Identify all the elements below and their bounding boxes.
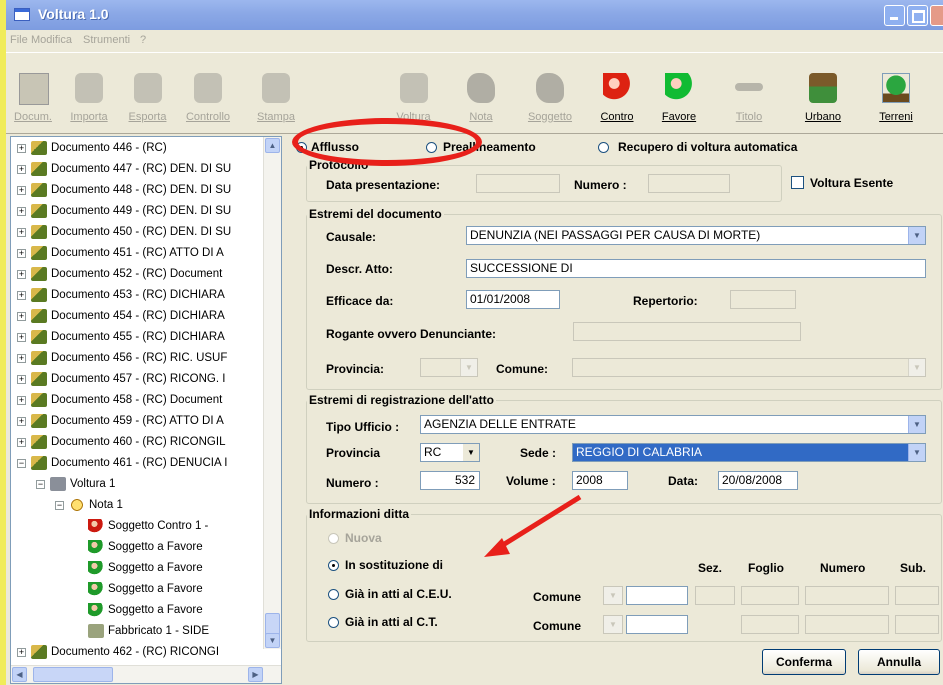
red-arrow-annotation: [484, 494, 582, 557]
app-window: Voltura 1.0 File Modifica Strumenti ? Do…: [6, 0, 943, 685]
